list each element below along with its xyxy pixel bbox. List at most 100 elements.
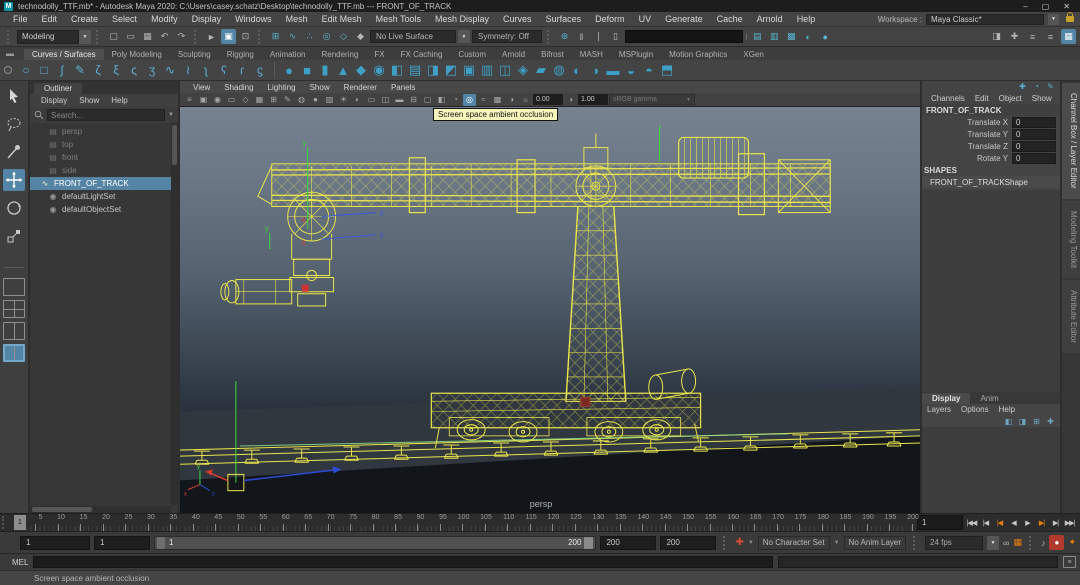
ep-curve-icon[interactable]: ʃ bbox=[53, 61, 71, 79]
select-tool-button[interactable] bbox=[3, 85, 25, 107]
menu-item[interactable]: Modify bbox=[144, 14, 185, 24]
layout-four-pane-button[interactable] bbox=[3, 300, 25, 318]
modeling-toolkit-toggle-icon[interactable]: ≡ bbox=[1043, 29, 1058, 44]
outliner-menu-item[interactable]: Show bbox=[74, 96, 104, 105]
range-end-handle[interactable] bbox=[584, 537, 593, 549]
time-slider-grip[interactable] bbox=[2, 516, 10, 529]
maximize-button[interactable]: ▢ bbox=[1042, 2, 1050, 11]
minimize-button[interactable]: – bbox=[1023, 2, 1027, 11]
create-layer-from-selected-icon[interactable]: ✚ bbox=[1045, 416, 1056, 427]
menu-item[interactable]: Windows bbox=[228, 14, 279, 24]
step-forward-frame-button[interactable]: ▶| bbox=[1049, 516, 1062, 529]
status-group-grip[interactable] bbox=[194, 30, 199, 44]
shelf-tab[interactable]: Motion Graphics bbox=[661, 49, 735, 60]
viewport-canvas[interactable]: Screen space ambient occlusion bbox=[180, 107, 920, 513]
channel-manipulator-icon[interactable]: ✚ bbox=[1017, 81, 1028, 92]
outliner-menu-item[interactable]: Display bbox=[36, 96, 72, 105]
shelf-tab[interactable]: MSPlugin bbox=[611, 49, 661, 60]
insert-knot-icon[interactable]: ʕ bbox=[215, 61, 233, 79]
trim-tool-icon[interactable]: ◐ bbox=[568, 61, 586, 79]
select-component-icon[interactable]: ⊡ bbox=[238, 29, 253, 44]
construction-history-icon[interactable]: ⊛ bbox=[557, 29, 572, 44]
outliner-item-front-of-track[interactable]: ∿FRONT_OF_TRACK bbox=[30, 177, 178, 190]
viewport-menu-item[interactable]: Panels bbox=[384, 83, 422, 92]
status-expand-arrow-icon[interactable]: ⟩ bbox=[745, 33, 748, 41]
shelf-tab[interactable]: FX bbox=[366, 49, 392, 60]
outliner-item-defaultobjectset[interactable]: ◉defaultObjectSet bbox=[30, 203, 178, 216]
workspace-dropdown-arrow-icon[interactable]: ▼ bbox=[1048, 14, 1059, 25]
cv-curve-icon[interactable]: ξ bbox=[107, 61, 125, 79]
menu-item[interactable]: Create bbox=[64, 14, 105, 24]
channel-box-toggle-icon[interactable]: ≡ bbox=[1025, 29, 1040, 44]
shelf-tab[interactable]: Bifrost bbox=[533, 49, 572, 60]
status-group-grip[interactable] bbox=[96, 30, 101, 44]
close-button[interactable]: ✕ bbox=[1063, 2, 1070, 11]
rebuild-surface-icon[interactable]: ⬒ bbox=[658, 61, 676, 79]
character-set-select[interactable]: No Character Set bbox=[758, 536, 830, 550]
layout-persp-outliner-button[interactable] bbox=[3, 344, 25, 362]
workspace-lock-icon[interactable] bbox=[1066, 16, 1074, 22]
loop-mode-icon[interactable]: ∞ bbox=[1003, 538, 1009, 548]
layer-editor-tab[interactable]: Display bbox=[922, 393, 970, 404]
resolution-gate-icon[interactable]: ◫ bbox=[379, 94, 392, 106]
nurbs-square-icon[interactable]: □ bbox=[35, 61, 53, 79]
viewport-menu-item[interactable]: View bbox=[186, 83, 217, 92]
textured-icon[interactable]: ▨ bbox=[323, 94, 336, 106]
camera-attributes-icon[interactable]: ▭ bbox=[225, 94, 238, 106]
shelf-tab[interactable]: Poly Modeling bbox=[104, 49, 170, 60]
offset-curve-icon[interactable]: ϛ bbox=[251, 61, 269, 79]
move-tool-button[interactable] bbox=[3, 169, 25, 191]
menu-item[interactable]: Edit bbox=[35, 14, 65, 24]
command-language-toggle[interactable]: MEL bbox=[4, 558, 28, 567]
outliner-search-dropdown-icon[interactable]: ▼ bbox=[168, 112, 174, 118]
range-slider-track[interactable]: 1 200 bbox=[154, 536, 596, 550]
animation-preferences-icon[interactable]: ✦ bbox=[1068, 537, 1076, 548]
attach-curves-icon[interactable]: ≀ bbox=[179, 61, 197, 79]
menu-item[interactable]: File bbox=[6, 14, 35, 24]
detach-curves-icon[interactable]: ʅ bbox=[197, 61, 215, 79]
live-surface-dropdown-arrow-icon[interactable]: ▼ bbox=[458, 30, 470, 43]
workspace-select[interactable]: Maya Classic* bbox=[926, 14, 1044, 25]
create-empty-layer-icon[interactable]: ⊞ bbox=[1031, 416, 1042, 427]
move-layer-up-icon[interactable]: ◧ bbox=[1003, 416, 1014, 427]
paint-select-tool-button[interactable] bbox=[3, 141, 25, 163]
open-render-view-icon[interactable]: ▤ bbox=[750, 29, 765, 44]
shelf-tab[interactable]: Rigging bbox=[219, 49, 262, 60]
nurbs-circle-icon[interactable]: ○ bbox=[17, 61, 35, 79]
shape-node-row[interactable]: FRONT_OF_TRACKShape bbox=[922, 176, 1060, 188]
outliner-item-top[interactable]: ▤top bbox=[30, 138, 178, 151]
live-surface-field[interactable]: No Live Surface bbox=[370, 30, 456, 43]
menu-item[interactable]: Mesh Tools bbox=[369, 14, 428, 24]
pause-viewport-icon[interactable]: ‖ bbox=[574, 29, 589, 44]
make-live-icon[interactable]: ◆ bbox=[353, 29, 368, 44]
step-forward-key-button[interactable]: ▶| bbox=[1035, 516, 1048, 529]
channel-attribute-value[interactable]: 0 bbox=[1012, 153, 1056, 164]
isolate-select-icon[interactable]: ◧ bbox=[435, 94, 448, 106]
channel-box-menu-item[interactable]: Show bbox=[1027, 94, 1057, 103]
render-settings-icon[interactable]: ◐ bbox=[801, 29, 816, 44]
nurbs-sphere-icon[interactable]: ● bbox=[280, 61, 298, 79]
attribute-editor-toggle-icon[interactable]: ◨ bbox=[989, 29, 1004, 44]
hypershade-icon[interactable]: ● bbox=[818, 29, 833, 44]
channel-box-menu-item[interactable]: Object bbox=[994, 94, 1027, 103]
use-all-lights-icon[interactable]: ☀ bbox=[337, 94, 350, 106]
nurbs-cylinder-icon[interactable]: ▮ bbox=[316, 61, 334, 79]
range-start-handle[interactable] bbox=[157, 537, 165, 549]
outliner-item-persp[interactable]: ▤persp bbox=[30, 125, 178, 138]
anim-layer-select[interactable]: No Anim Layer bbox=[844, 536, 906, 550]
outliner-item-front[interactable]: ▤front bbox=[30, 151, 178, 164]
menu-item[interactable]: Cache bbox=[710, 14, 750, 24]
shelf-menu-icon[interactable]: ▬ bbox=[6, 49, 14, 58]
boundary-icon[interactable]: ▥ bbox=[478, 61, 496, 79]
snap-curve-icon[interactable]: ∿ bbox=[285, 29, 300, 44]
outliner-menu-item[interactable]: Help bbox=[106, 96, 132, 105]
shelf-tab[interactable]: Rendering bbox=[313, 49, 366, 60]
menu-item[interactable]: Select bbox=[105, 14, 144, 24]
curve-fillet-icon[interactable]: ∿ bbox=[161, 61, 179, 79]
image-plane-icon[interactable]: ▦ bbox=[253, 94, 266, 106]
snap-view-plane-icon[interactable]: ◇ bbox=[336, 29, 351, 44]
grease-pencil-icon[interactable]: ✎ bbox=[281, 94, 294, 106]
bookmarks-icon[interactable]: ◇ bbox=[239, 94, 252, 106]
anim-layer-dropdown-icon[interactable]: ▼ bbox=[834, 540, 840, 546]
menu-item[interactable]: Help bbox=[790, 14, 823, 24]
